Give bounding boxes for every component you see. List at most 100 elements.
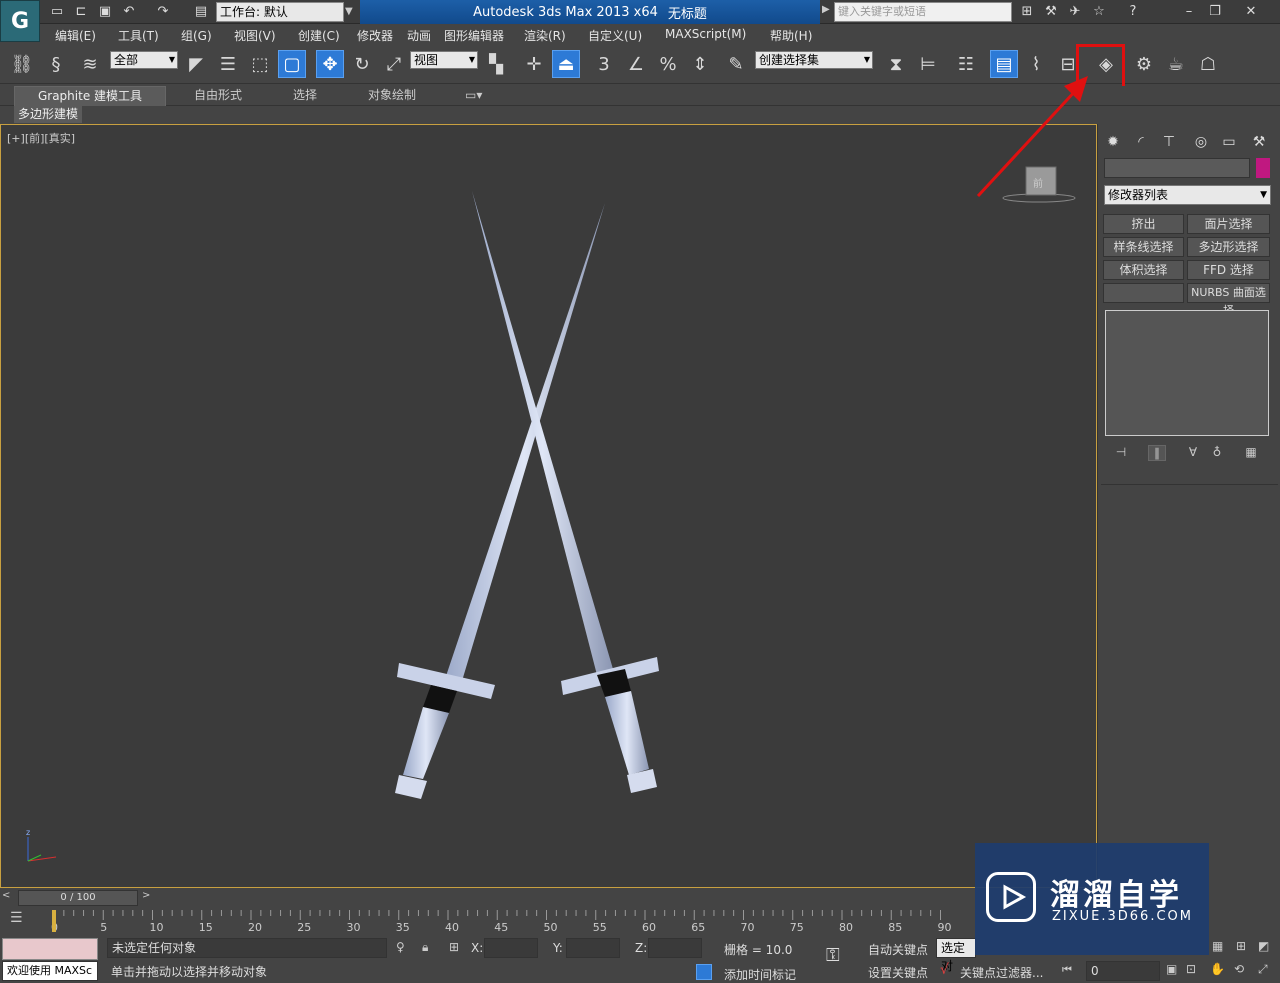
zoom-extents-all-icon[interactable]: ⊞ <box>1236 939 1246 953</box>
project-folder-icon[interactable]: ▤ <box>192 3 210 21</box>
dagger-right[interactable] <box>472 191 659 793</box>
motion-tab-icon[interactable]: ◎ <box>1189 130 1213 154</box>
utilities-tab-icon[interactable]: ⚒ <box>1247 130 1271 154</box>
menu-create[interactable]: 创建(C) <box>298 27 340 44</box>
x-coord-field[interactable] <box>484 938 538 958</box>
select-object-icon[interactable]: ◤ <box>182 50 210 78</box>
orbit-icon[interactable]: ⟲ <box>1234 962 1244 976</box>
hierarchy-tab-icon[interactable]: ⊤ <box>1157 130 1181 154</box>
menu-modifiers[interactable]: 修改器 <box>357 27 393 44</box>
menu-help[interactable]: 帮助(H) <box>770 27 812 44</box>
object-name-field[interactable] <box>1104 158 1250 178</box>
nurbs-surface-select-button[interactable]: NURBS 曲面选择 <box>1187 283 1270 317</box>
snaps-toggle-icon[interactable]: 3 <box>590 50 618 78</box>
select-and-manipulate-icon[interactable]: ✛ <box>520 50 548 78</box>
menu-animation[interactable]: 动画 <box>407 27 431 44</box>
select-and-rotate-icon[interactable]: ↻ <box>348 50 376 78</box>
menu-group[interactable]: 组(G) <box>181 27 212 44</box>
undo-icon[interactable]: ↶ <box>120 3 138 21</box>
maxscript-listener-pink[interactable] <box>2 938 98 960</box>
pivot-center-icon[interactable]: ▚ <box>482 50 510 78</box>
menu-customize[interactable]: 自定义(U) <box>588 27 642 44</box>
y-coord-field[interactable] <box>566 938 620 958</box>
communication-icon[interactable]: ✈ <box>1066 3 1084 21</box>
time-slider-handle[interactable]: 0 / 100 <box>18 890 138 906</box>
configure-modifier-sets-icon[interactable]: ▦ <box>1242 445 1260 461</box>
subscription-icon[interactable]: ⚒ <box>1042 3 1060 21</box>
vol-select-button[interactable]: 体积选择 <box>1103 260 1184 280</box>
field-of-view-icon[interactable]: ◩ <box>1258 939 1269 953</box>
chevron-right-icon[interactable]: ▶ <box>822 4 830 15</box>
select-and-scale-icon[interactable]: ⤢ <box>380 50 408 78</box>
render-setup-icon[interactable]: ⚙ <box>1130 50 1158 78</box>
absolute-mode-icon[interactable]: ⊞ <box>449 940 459 954</box>
edit-named-selection-icon[interactable]: ✎ <box>722 50 750 78</box>
maximize-viewport-icon[interactable]: ⤢ <box>1258 962 1268 977</box>
mirror-icon[interactable]: ⧗ <box>882 50 910 78</box>
z-coord-field[interactable] <box>648 938 702 958</box>
zoom-extents-icon[interactable]: ▦ <box>1212 939 1223 953</box>
patch-select-button[interactable]: 面片选择 <box>1187 214 1270 234</box>
close-button[interactable]: ✕ <box>1242 3 1260 21</box>
maxscript-mini-listener[interactable]: 欢迎使用 MAXSc <box>2 961 98 981</box>
tab-selection[interactable]: 选择 <box>283 86 327 106</box>
bind-to-space-warp-icon[interactable]: ≋ <box>76 50 104 78</box>
help-icon[interactable]: ? <box>1124 3 1142 21</box>
angle-snap-icon[interactable]: ∠ <box>622 50 650 78</box>
tab-graphite-modeling[interactable]: Graphite 建模工具 <box>14 86 166 106</box>
rectangular-selection-icon[interactable]: ⬚ <box>246 50 274 78</box>
render-production-icon[interactable]: ☖ <box>1194 50 1222 78</box>
tab-object-paint[interactable]: 对象绘制 <box>358 86 426 106</box>
unlink-icon[interactable]: § <box>42 50 70 78</box>
modifier-list-dropdown[interactable]: 修改器列表 ▼ <box>1104 185 1271 205</box>
align-icon[interactable]: ⊨ <box>914 50 942 78</box>
workspace-dropdown[interactable]: 工作台: 默认 <box>216 2 344 22</box>
extrude-button[interactable]: 挤出 <box>1103 214 1184 234</box>
show-end-result-icon[interactable]: ∥ <box>1148 445 1166 461</box>
time-configuration-icon[interactable]: ▣ <box>1166 962 1177 976</box>
create-tab-icon[interactable]: ✹ <box>1101 130 1125 154</box>
reference-coordinate-dropdown[interactable]: 视图 ▼ <box>410 51 478 69</box>
previous-frame-icon[interactable]: < <box>2 890 16 906</box>
spline-select-button[interactable]: 样条线选择 <box>1103 237 1184 257</box>
auto-key-button[interactable]: 自动关键点 <box>868 941 928 958</box>
spinner-snap-icon[interactable]: ⇕ <box>686 50 714 78</box>
select-and-link-icon[interactable]: ⛓ <box>8 50 36 78</box>
go-to-start-icon[interactable]: ⏮ <box>1062 963 1072 977</box>
keyboard-shortcut-override-icon[interactable]: ⏏ <box>552 50 580 78</box>
remove-modifier-icon[interactable]: ♁ <box>1208 445 1226 461</box>
minimize-button[interactable]: – <box>1180 3 1198 21</box>
save-file-icon[interactable]: ▣ <box>96 3 114 21</box>
select-by-name-icon[interactable]: ☰ <box>214 50 242 78</box>
current-frame-field[interactable]: 0 <box>1086 961 1160 981</box>
pin-stack-icon[interactable]: ⊣ <box>1112 445 1130 461</box>
menu-graph-editors[interactable]: 图形编辑器 <box>444 27 504 44</box>
set-key-button[interactable]: 设置关键点 <box>868 964 928 981</box>
redo-icon[interactable]: ↷ <box>154 3 172 21</box>
menu-rendering[interactable]: 渲染(R) <box>524 27 566 44</box>
empty-modifier-button[interactable] <box>1103 283 1184 303</box>
set-key-mode-icon[interactable]: ⚿ <box>826 945 858 973</box>
favorites-star-icon[interactable]: ☆ <box>1090 3 1108 21</box>
next-frame-icon[interactable]: > <box>142 890 156 906</box>
open-mini-curve-editor-icon[interactable]: ☰ <box>10 910 32 930</box>
polygon-modeling-panel[interactable]: 多边形建模 <box>14 106 83 123</box>
add-time-tag[interactable]: 添加时间标记 <box>724 966 796 983</box>
display-tab-icon[interactable]: ▭ <box>1217 130 1241 154</box>
object-color-swatch[interactable] <box>1256 158 1270 178</box>
app-logo-button[interactable]: G <box>0 0 40 42</box>
tab-freeform[interactable]: 自由形式 <box>184 86 252 106</box>
poly-select-button[interactable]: 多边形选择 <box>1187 237 1270 257</box>
isolate-selection-icon[interactable]: ♀ <box>396 940 405 954</box>
modify-tab-icon[interactable]: ◜ <box>1129 130 1153 154</box>
search-input[interactable]: 键入关键字或短语 <box>834 2 1012 22</box>
selection-lock-icon[interactable]: 🔒︎ <box>422 940 428 955</box>
rendered-frame-window-icon[interactable]: ☕ <box>1162 50 1190 78</box>
named-selection-set-dropdown[interactable]: 创建选择集 ▼ <box>755 51 873 69</box>
key-filters-button[interactable]: 关键点过滤器... <box>960 964 1043 981</box>
menu-tools[interactable]: 工具(T) <box>118 27 159 44</box>
selection-filter-dropdown[interactable]: 全部 ▼ <box>110 51 178 69</box>
make-unique-icon[interactable]: ∀ <box>1184 445 1202 461</box>
viewport-front[interactable]: [+][前][真实] z <box>0 124 1097 888</box>
zoom-all-icon[interactable]: ⊡ <box>1186 962 1196 976</box>
